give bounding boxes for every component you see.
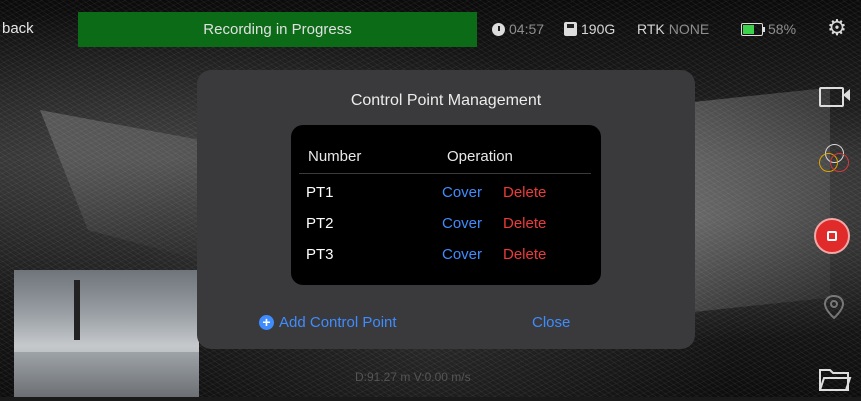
distance-speed-readout: D:91.27 m V:0.00 m/s (355, 370, 471, 384)
add-control-point-label: Add Control Point (279, 314, 397, 331)
storage-value: 190G (581, 21, 616, 37)
control-point-table: Number Operation PT1 Cover Delete PT2 Co… (291, 125, 601, 285)
rtk-status: NONE (668, 21, 710, 37)
gear-icon[interactable]: ⚙ (826, 17, 848, 39)
point-id: PT1 (306, 184, 334, 201)
cover-button[interactable]: Cover (442, 215, 482, 232)
battery-indicator: 58% (741, 21, 796, 37)
table-row: PT1 Cover Delete (291, 184, 601, 208)
point-cloud-wall (690, 87, 830, 313)
column-header-number: Number (308, 148, 362, 165)
plus-circle-icon: + (259, 315, 274, 330)
time-value: 04:57 (509, 21, 545, 37)
dialog-title: Control Point Management (350, 92, 542, 109)
camera-preview[interactable] (14, 270, 199, 397)
point-id: PT3 (306, 246, 334, 263)
recording-banner: Recording in Progress (78, 12, 477, 47)
back-button[interactable]: back (2, 20, 34, 37)
battery-icon (741, 22, 765, 36)
time-indicator: 04:57 (492, 21, 544, 37)
header-divider (299, 173, 591, 174)
delete-button[interactable]: Delete (503, 215, 546, 232)
close-button[interactable]: Close (532, 314, 570, 331)
recording-status: Recording in Progress (203, 21, 352, 38)
status-bar: back Recording in Progress 04:57 190G RT… (0, 0, 861, 64)
stop-record-icon[interactable] (814, 218, 850, 254)
clock-icon (492, 22, 505, 36)
add-control-point-button[interactable]: + Add Control Point (259, 314, 397, 331)
table-row: PT2 Cover Delete (291, 215, 601, 239)
delete-button[interactable]: Delete (503, 246, 546, 263)
delete-button[interactable]: Delete (503, 184, 546, 201)
layers-icon[interactable] (816, 140, 852, 176)
location-pin-icon[interactable] (816, 290, 852, 326)
rtk-label: RTK (637, 21, 665, 37)
storage-icon (564, 22, 577, 36)
point-id: PT2 (306, 215, 334, 232)
rtk-indicator: RTK NONE (637, 21, 709, 37)
folder-icon[interactable] (816, 360, 852, 396)
control-point-dialog: Control Point Management Number Operatio… (197, 70, 695, 349)
cover-button[interactable]: Cover (442, 184, 482, 201)
column-header-operation: Operation (447, 148, 513, 165)
cover-button[interactable]: Cover (442, 246, 482, 263)
storage-indicator: 190G (564, 21, 615, 37)
battery-value: 58% (768, 21, 797, 37)
video-camera-icon[interactable] (816, 80, 852, 116)
table-row: PT3 Cover Delete (291, 246, 601, 270)
